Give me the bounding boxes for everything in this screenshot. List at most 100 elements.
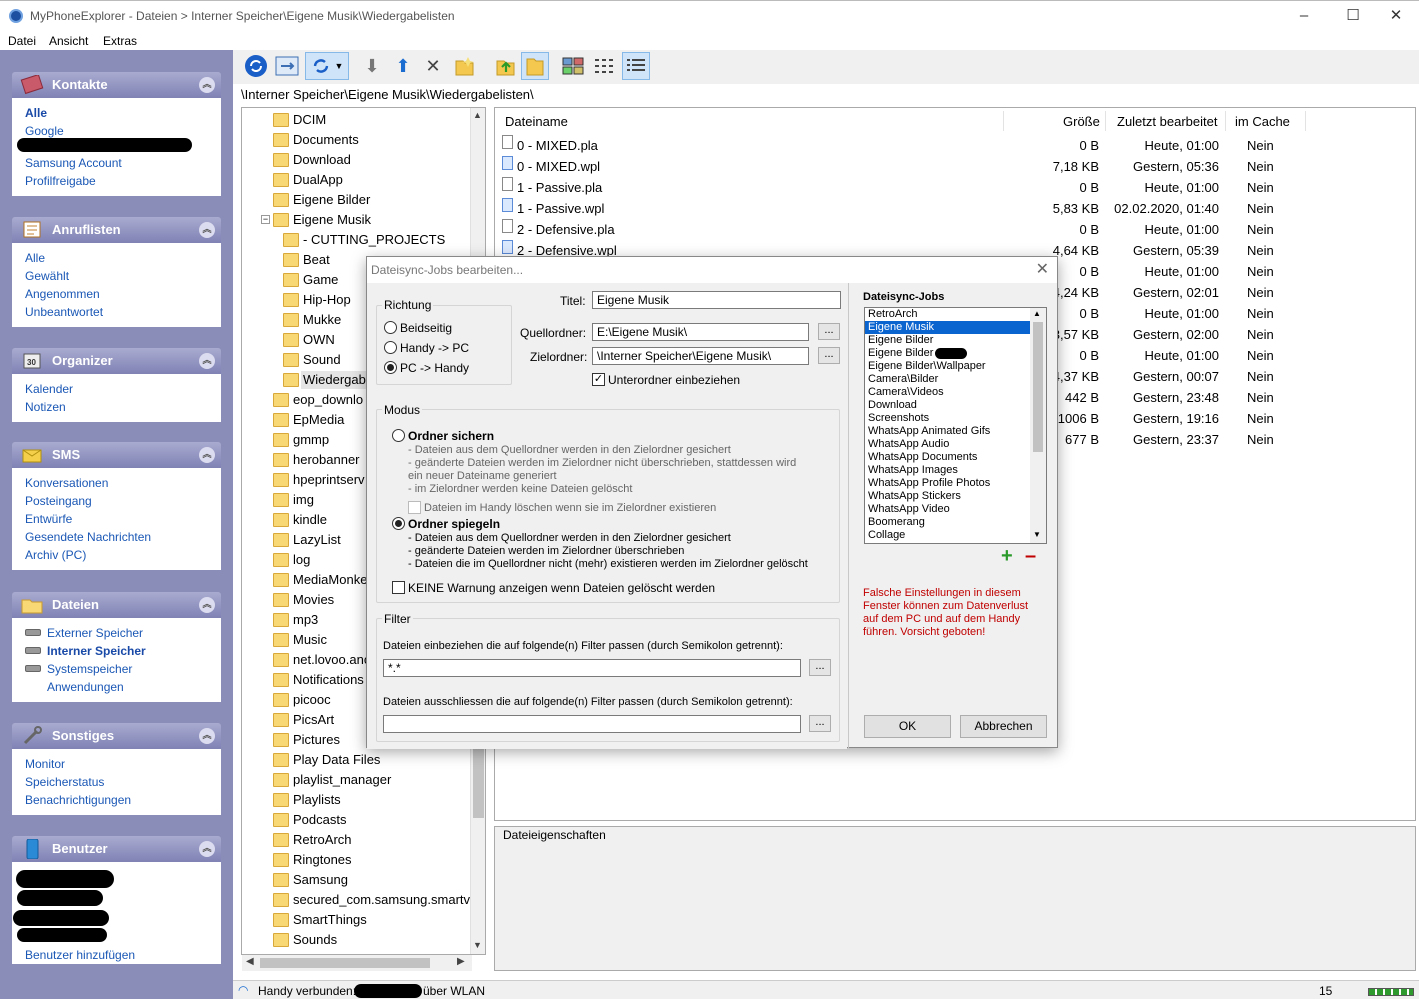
tree-horizontal-scrollbar[interactable]: ◀ ▶ <box>242 955 472 971</box>
scroll-right-icon[interactable]: ▶ <box>457 956 465 967</box>
exclude-filter-button[interactable]: ... <box>809 715 831 732</box>
include-filter-button[interactable]: ... <box>809 659 831 676</box>
job-item[interactable]: Eigene Bilder <box>865 347 1030 360</box>
sidebar-item-unbeantwortet[interactable]: Unbeantwortet <box>25 303 221 321</box>
folder-tree-toggle-icon[interactable] <box>521 52 549 80</box>
job-item[interactable]: WhatsApp Animated Gifs <box>865 425 1030 438</box>
scroll-up-icon[interactable]: ▲ <box>1033 309 1041 318</box>
panel-header[interactable]: Kontakte ︽ <box>12 72 221 98</box>
panel-header[interactable]: Benutzer ︽ <box>12 836 221 862</box>
sidebar-item-posteingang[interactable]: Posteingang <box>25 492 221 510</box>
radio-ordner-sichern[interactable] <box>392 429 405 442</box>
large-icons-view-icon[interactable] <box>559 52 587 80</box>
sidebar-item-angenommen[interactable]: Angenommen <box>25 285 221 303</box>
scrollbar-thumb[interactable] <box>260 958 430 968</box>
scrollbar-thumb[interactable] <box>1033 322 1043 452</box>
folder-up-icon[interactable] <box>491 52 519 80</box>
job-item[interactable]: Camera\Videos <box>865 386 1030 399</box>
job-item[interactable]: Screenshots <box>865 412 1030 425</box>
download-arrow-icon[interactable]: ⬇ <box>358 52 386 80</box>
add-job-icon[interactable]: + <box>1001 545 1013 568</box>
radio-handy-pc[interactable] <box>384 341 397 354</box>
panel-header[interactable]: 30 Organizer ︽ <box>12 348 221 374</box>
sync-jobs-dropdown[interactable]: ▼ <box>305 52 349 80</box>
job-item[interactable]: Eigene Bilder\Wallpaper <box>865 360 1030 373</box>
collapse-icon[interactable]: ︽ <box>199 597 215 613</box>
sidebar-item-externer-speicher[interactable]: Externer Speicher <box>25 624 221 642</box>
sidebar-item-gewaehlt[interactable]: Gewählt <box>25 267 221 285</box>
scroll-left-icon[interactable]: ◀ <box>246 956 254 967</box>
job-item[interactable]: Camera\Bilder <box>865 373 1030 386</box>
jobs-scrollbar[interactable]: ▲ ▼ <box>1030 308 1046 543</box>
job-item[interactable]: Boomerang <box>865 516 1030 529</box>
title-input[interactable]: Eigene Musik <box>592 291 841 309</box>
collapse-icon[interactable]: ︽ <box>199 841 215 857</box>
list-view-icon[interactable] <box>590 52 618 80</box>
subfolders-checkbox[interactable]: ✓ <box>592 373 605 386</box>
job-item[interactable]: WhatsApp Stickers <box>865 490 1030 503</box>
file-row[interactable]: 1 - Passive.wpl 5,83 KB 02.02.2020, 01:40 N… <box>495 198 1395 219</box>
collapse-icon[interactable]: ︽ <box>199 77 215 93</box>
sidebar-item-notizen[interactable]: Notizen <box>25 398 221 416</box>
radio-ordner-spiegeln[interactable] <box>392 517 405 530</box>
no-warning-checkbox[interactable] <box>392 581 405 594</box>
delete-icon[interactable]: ✕ <box>419 52 447 80</box>
minimize-button[interactable]: – <box>1281 1 1327 33</box>
sidebar-item-samsung-account[interactable]: Samsung Account <box>25 154 221 172</box>
sidebar-item-archiv[interactable]: Archiv (PC) <box>25 546 221 564</box>
column-header-modified[interactable]: Zuletzt bearbeitet <box>1117 114 1217 129</box>
file-row[interactable]: 0 - MIXED.pla 0 B Heute, 01:00 Nein <box>495 135 1395 156</box>
sidebar-item-profilfreigabe[interactable]: Profilfreigabe <box>25 172 221 190</box>
job-item[interactable]: RetroArch <box>865 308 1030 321</box>
sidebar-item-alle[interactable]: Alle <box>25 249 221 267</box>
sidebar-item-benachrichtigungen[interactable]: Benachrichtigungen <box>25 791 221 809</box>
collapse-icon[interactable]: ︽ <box>199 728 215 744</box>
panel-header[interactable]: Dateien ︽ <box>12 592 221 618</box>
job-item[interactable]: Collage <box>865 529 1030 542</box>
sync-folder-icon[interactable] <box>273 52 301 80</box>
job-item[interactable]: WhatsApp Audio <box>865 438 1030 451</box>
file-row[interactable]: 0 - MIXED.wpl 7,18 KB Gestern, 05:36 Nein <box>495 156 1395 177</box>
source-input[interactable]: E:\Eigene Musik\ <box>592 323 809 341</box>
sidebar-item-alle[interactable]: Alle <box>25 104 221 122</box>
include-filter-input[interactable]: *.* <box>383 659 801 677</box>
dialog-close-icon[interactable]: ✕ <box>1036 259 1049 279</box>
collapse-icon[interactable]: ︽ <box>199 447 215 463</box>
radio-pc-handy[interactable] <box>384 361 397 374</box>
job-item[interactable]: WhatsApp Images <box>865 464 1030 477</box>
collapse-icon[interactable]: ︽ <box>199 353 215 369</box>
sidebar-item-speicherstatus[interactable]: Speicherstatus <box>25 773 221 791</box>
ok-button[interactable]: OK <box>864 715 951 738</box>
scroll-down-icon[interactable]: ▼ <box>473 940 482 950</box>
delete-in-phone-checkbox[interactable] <box>408 501 421 514</box>
column-header-size[interactable]: Größe <box>1063 114 1100 129</box>
sidebar-item-interner-speicher[interactable]: Interner Speicher <box>25 642 221 660</box>
menu-ansicht[interactable]: Ansicht <box>49 34 88 48</box>
jobs-list[interactable]: RetroArch Eigene Musik Eigene Bilder Eigene… <box>864 307 1047 544</box>
refresh-icon[interactable] <box>242 52 270 80</box>
file-row[interactable]: 2 - Defensive.pla 0 B Heute, 01:00 Nein <box>495 219 1395 240</box>
column-header-cache[interactable]: im Cache <box>1235 114 1290 129</box>
target-browse-button[interactable]: ... <box>818 347 840 364</box>
job-item[interactable]: Download <box>865 399 1030 412</box>
sidebar-item-gesendete[interactable]: Gesendete Nachrichten <box>25 528 221 546</box>
sidebar-item-systemspeicher[interactable]: Systemspeicher <box>25 660 221 678</box>
sidebar-item-anwendungen[interactable]: Anwendungen <box>25 678 221 696</box>
new-folder-icon[interactable] <box>450 52 478 80</box>
upload-arrow-icon[interactable]: ⬆ <box>389 52 417 80</box>
job-item[interactable]: Eigene Bilder <box>865 334 1030 347</box>
source-browse-button[interactable]: ... <box>818 323 840 340</box>
menu-extras[interactable]: Extras <box>103 34 137 48</box>
details-view-icon[interactable] <box>622 52 650 80</box>
job-item[interactable]: WhatsApp Video <box>865 503 1030 516</box>
remove-job-icon[interactable]: – <box>1025 545 1036 568</box>
sidebar-item-entwuerfe[interactable]: Entwürfe <box>25 510 221 528</box>
collapse-icon[interactable]: ︽ <box>199 222 215 238</box>
file-row[interactable]: 1 - Passive.pla 0 B Heute, 01:00 Nein <box>495 177 1395 198</box>
target-input[interactable]: \Interner Speicher\Eigene Musik\ <box>592 347 809 365</box>
column-header-name[interactable]: Dateiname <box>505 114 568 129</box>
radio-beidseitig[interactable] <box>384 321 397 334</box>
sidebar-item-kalender[interactable]: Kalender <box>25 380 221 398</box>
job-item[interactable]: Eigene Musik <box>865 321 1030 334</box>
cancel-button[interactable]: Abbrechen <box>960 715 1047 738</box>
